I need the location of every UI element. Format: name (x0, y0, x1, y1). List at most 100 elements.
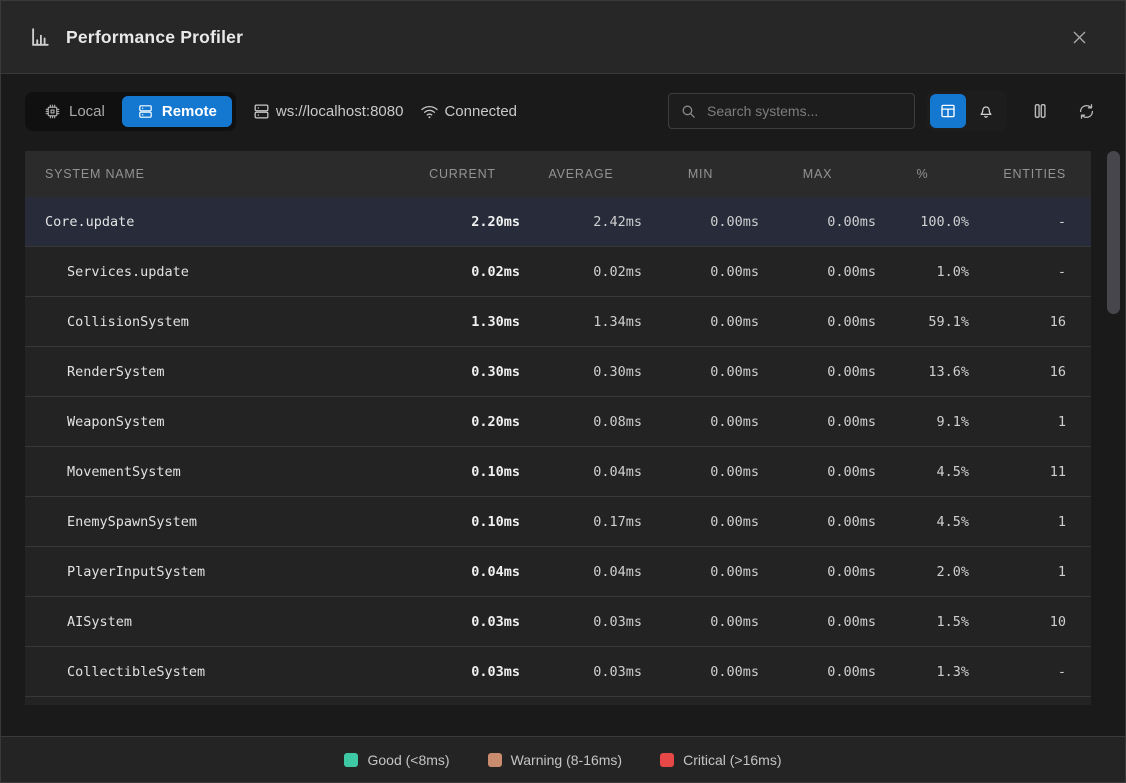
column-header-max[interactable]: MAX (759, 167, 876, 181)
legend-swatch-icon (660, 753, 674, 767)
average-value: 0.04ms (520, 564, 642, 580)
connection-info: ws://localhost:8080 Connected (252, 102, 517, 121)
entities-value: 1 (969, 514, 1091, 530)
legend-label: Warning (8-16ms) (511, 752, 623, 768)
current-value: 2.20ms (405, 214, 520, 230)
percent-value: 59.1% (876, 314, 969, 330)
connection-url: ws://localhost:8080 (276, 103, 404, 120)
current-value: 0.04ms (405, 564, 520, 580)
column-header-entities[interactable]: ENTITIES (969, 167, 1091, 181)
system-name: RenderSystem (25, 364, 405, 380)
local-tab-label: Local (69, 103, 105, 120)
max-value: 0.00ms (759, 364, 876, 380)
source-toggle: Local Remote (25, 92, 236, 131)
entities-value: - (969, 214, 1091, 230)
max-value: 0.00ms (759, 314, 876, 330)
average-value: 0.03ms (520, 664, 642, 680)
average-value: 0.08ms (520, 414, 642, 430)
refresh-button[interactable] (1069, 94, 1103, 128)
systems-table: SYSTEM NAME CURRENT AVERAGE MIN MAX % EN… (25, 151, 1091, 705)
performance-profiler-window: Performance Profiler Local (0, 0, 1126, 783)
local-tab[interactable]: Local (29, 96, 120, 127)
max-value: 0.00ms (759, 464, 876, 480)
table-row[interactable]: RenderSystem 0.30ms 0.30ms 0.00ms 0.00ms… (25, 347, 1091, 397)
table-row[interactable]: EnemySpawnSystem 0.10ms 0.17ms 0.00ms 0.… (25, 497, 1091, 547)
connection-status: Connected (444, 103, 517, 120)
average-value: 0.30ms (520, 364, 642, 380)
max-value: 0.00ms (759, 514, 876, 530)
table-view-button[interactable] (930, 94, 966, 128)
system-name: EnemySpawnSystem (25, 514, 405, 530)
table-row[interactable]: MovementSystem 0.10ms 0.04ms 0.00ms 0.00… (25, 447, 1091, 497)
system-name: AISystem (25, 614, 405, 630)
table-row[interactable]: Services.update 0.02ms 0.02ms 0.00ms 0.0… (25, 247, 1091, 297)
table-header-row: SYSTEM NAME CURRENT AVERAGE MIN MAX % EN… (25, 151, 1091, 197)
system-name: CollisionSystem (25, 314, 405, 330)
entities-value: 1 (969, 564, 1091, 580)
legend: Good (<8ms) Warning (8-16ms) Critical (>… (1, 736, 1125, 782)
current-value: 0.20ms (405, 414, 520, 430)
percent-value: 9.1% (876, 414, 969, 430)
remote-tab[interactable]: Remote (122, 96, 232, 127)
close-icon (1070, 28, 1089, 47)
min-value: 0.00ms (642, 364, 759, 380)
min-value: 0.00ms (642, 414, 759, 430)
entities-value: 16 (969, 314, 1091, 330)
search-input[interactable] (705, 102, 903, 120)
server-icon (137, 103, 154, 120)
percent-value: 2.0% (876, 564, 969, 580)
system-name: PlayerInputSystem (25, 564, 405, 580)
legend-swatch-icon (488, 753, 502, 767)
table-row[interactable]: CollectibleSystem 0.03ms 0.03ms 0.00ms 0… (25, 647, 1091, 697)
column-header-min[interactable]: MIN (642, 167, 759, 181)
min-value: 0.00ms (642, 464, 759, 480)
entities-value: 1 (969, 414, 1091, 430)
column-header-current[interactable]: CURRENT (405, 167, 520, 181)
table-row[interactable]: WeaponSystem 0.20ms 0.08ms 0.00ms 0.00ms… (25, 397, 1091, 447)
legend-swatch-icon (344, 753, 358, 767)
table-row[interactable]: PlayerInputSystem 0.04ms 0.04ms 0.00ms 0… (25, 547, 1091, 597)
close-button[interactable] (1061, 19, 1097, 55)
system-name: Services.update (25, 264, 405, 280)
min-value: 0.00ms (642, 614, 759, 630)
percent-value: 1.3% (876, 664, 969, 680)
current-value: 0.03ms (405, 664, 520, 680)
table-body: Core.update 2.20ms 2.42ms 0.00ms 0.00ms … (25, 197, 1091, 697)
percent-value: 1.0% (876, 264, 969, 280)
entities-value: - (969, 664, 1091, 680)
max-value: 0.00ms (759, 614, 876, 630)
system-name: MovementSystem (25, 464, 405, 480)
vertical-scrollbar-thumb[interactable] (1107, 151, 1120, 314)
system-name: CollectibleSystem (25, 664, 405, 680)
average-value: 0.02ms (520, 264, 642, 280)
column-header-system-name[interactable]: SYSTEM NAME (25, 167, 405, 181)
system-name: WeaponSystem (25, 414, 405, 430)
min-value: 0.00ms (642, 264, 759, 280)
max-value: 0.00ms (759, 664, 876, 680)
legend-item: Critical (>16ms) (660, 752, 781, 768)
pause-icon (1030, 101, 1050, 121)
pause-button[interactable] (1023, 94, 1057, 128)
table-row[interactable]: Core.update 2.20ms 2.42ms 0.00ms 0.00ms … (25, 197, 1091, 247)
entities-value: 11 (969, 464, 1091, 480)
table-row[interactable]: CollisionSystem 1.30ms 1.34ms 0.00ms 0.0… (25, 297, 1091, 347)
column-header-average[interactable]: AVERAGE (520, 167, 642, 181)
search-box (668, 93, 915, 129)
average-value: 0.04ms (520, 464, 642, 480)
legend-item: Warning (8-16ms) (488, 752, 623, 768)
bar-chart-icon (29, 26, 51, 48)
max-value: 0.00ms (759, 414, 876, 430)
alerts-button[interactable] (968, 94, 1004, 128)
entities-value: 10 (969, 614, 1091, 630)
current-value: 1.30ms (405, 314, 520, 330)
current-value: 0.02ms (405, 264, 520, 280)
column-header-percent[interactable]: % (876, 167, 969, 181)
current-value: 0.10ms (405, 464, 520, 480)
entities-value: 16 (969, 364, 1091, 380)
system-name: Core.update (25, 214, 405, 230)
min-value: 0.00ms (642, 314, 759, 330)
percent-value: 13.6% (876, 364, 969, 380)
table-row[interactable]: AISystem 0.03ms 0.03ms 0.00ms 0.00ms 1.5… (25, 597, 1091, 647)
view-toggle-group (927, 91, 1007, 131)
server-icon (252, 102, 271, 121)
